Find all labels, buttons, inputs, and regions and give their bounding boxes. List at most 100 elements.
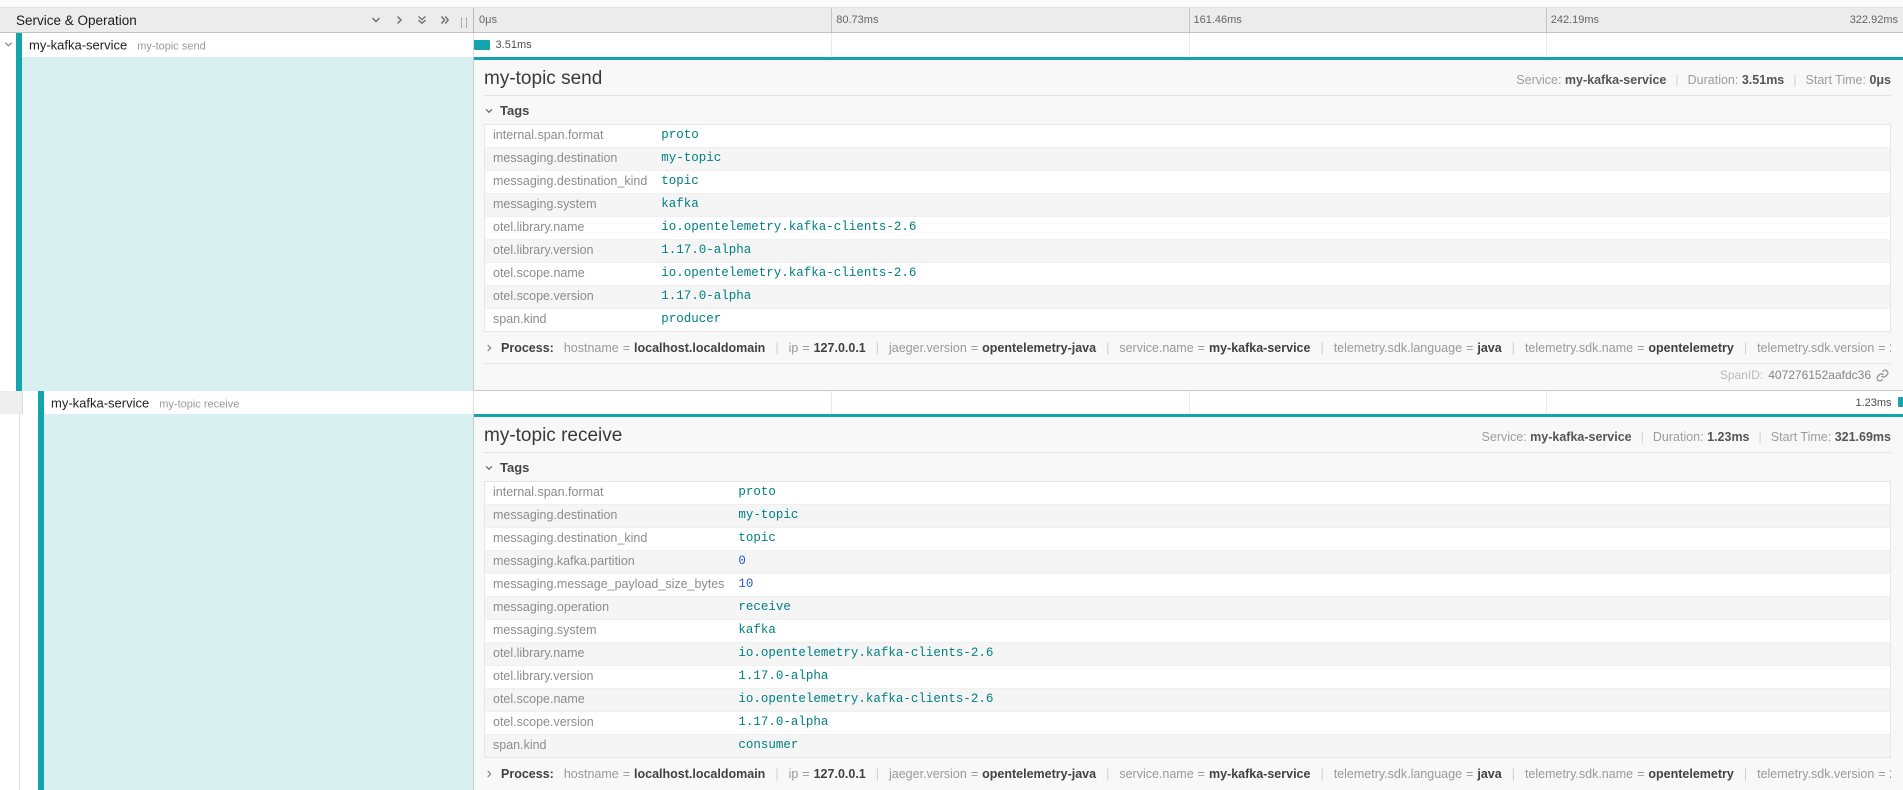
process-attribute: telemetry.sdk.version=1.17.0 [1757, 341, 1891, 355]
tag-row: otel.library.nameio.opentelemetry.kafka-… [485, 217, 1891, 240]
process-section-toggle[interactable]: Process: hostname=localhost.localdomain|… [484, 767, 1891, 781]
tag-key: messaging.message_payload_size_bytes [485, 574, 731, 597]
span-row-my-topic-receive[interactable]: my-kafka-servicemy-topic receive 1.23ms [0, 391, 1903, 414]
indent-guide-line [19, 414, 20, 790]
span-name-cell[interactable]: my-kafka-servicemy-topic send [0, 33, 474, 57]
separator: | [1512, 767, 1515, 781]
column-resize-handle[interactable] [461, 17, 467, 28]
jaeger-trace-timeline: Service & Operation 0μs80.73ms161.46ms24… [0, 0, 1903, 790]
tag-value: producer [653, 309, 1890, 332]
meta-start-value: 0μs [1869, 73, 1891, 87]
meta-service-label: Service: [1482, 430, 1527, 444]
separator: | [1641, 430, 1644, 444]
timeline-ruler[interactable]: 0μs80.73ms161.46ms242.19ms322.92ms [474, 8, 1903, 33]
deep-link-icon[interactable] [1876, 369, 1889, 382]
separator: | [1744, 767, 1747, 781]
divider [484, 95, 1891, 96]
service-operation-header: Service & Operation [0, 8, 474, 33]
span-detail-title: my-topic receive [484, 425, 1482, 447]
span-detail-row-receive: my-topic receive Service: my-kafka-servi… [0, 414, 1903, 790]
timeline-tick-label: 161.46ms [1189, 8, 1242, 32]
separator: | [876, 341, 879, 355]
tag-row: otel.scope.nameio.opentelemetry.kafka-cl… [485, 263, 1891, 286]
tag-value: kafka [730, 620, 1890, 643]
tag-row: messaging.destinationmy-topic [485, 148, 1891, 171]
span-duration-label: 1.23ms [1855, 397, 1891, 409]
span-detail-row-send: my-topic send Service: my-kafka-service|… [0, 57, 1903, 391]
tag-value: consumer [730, 735, 1890, 758]
tag-row: otel.library.nameio.opentelemetry.kafka-… [485, 643, 1891, 666]
chevron-right-icon[interactable] [393, 14, 405, 26]
process-attribute: service.name=my-kafka-service [1119, 767, 1310, 781]
tags-section-toggle[interactable]: Tags [484, 460, 1891, 475]
separator: | [1675, 73, 1678, 87]
separator: | [876, 767, 879, 781]
span-name-cell[interactable]: my-kafka-servicemy-topic receive [0, 391, 474, 414]
tag-value: 10 [730, 574, 1890, 597]
span-duration-bar[interactable] [1898, 397, 1903, 407]
process-attribute: telemetry.sdk.language=java [1334, 767, 1502, 781]
tag-key: otel.library.version [485, 666, 731, 689]
tags-section-toggle[interactable]: Tags [484, 103, 1891, 118]
tag-row: span.kindproducer [485, 309, 1891, 332]
span-color-bar [38, 391, 44, 414]
top-strip [0, 0, 1903, 8]
process-label: Process: [501, 767, 554, 781]
divider [484, 452, 1891, 453]
double-chevron-down-icon[interactable] [416, 14, 428, 26]
separator: | [1759, 430, 1762, 444]
span-detail-card: my-topic receive Service: my-kafka-servi… [474, 414, 1903, 790]
process-attributes: hostname=localhost.localdomain|ip=127.0.… [564, 767, 1891, 781]
tags-section-label: Tags [500, 103, 529, 118]
collapse-controls [370, 14, 451, 26]
tag-key: messaging.operation [485, 597, 731, 620]
tag-value: 1.17.0-alpha [653, 240, 1890, 263]
process-attribute: ip=127.0.0.1 [789, 767, 866, 781]
indent-guide [0, 391, 23, 414]
tag-key: otel.library.version [485, 240, 654, 263]
meta-start-value: 321.69ms [1835, 430, 1891, 444]
tags-table: internal.span.formatprotomessaging.desti… [484, 124, 1891, 332]
span-duration-bar[interactable] [474, 40, 490, 50]
process-attribute: ip=127.0.0.1 [789, 341, 866, 355]
tag-key: messaging.destination_kind [485, 528, 731, 551]
separator: | [1512, 341, 1515, 355]
separator: | [1320, 341, 1323, 355]
separator: | [1320, 767, 1323, 781]
separator: | [1106, 341, 1109, 355]
span-row-my-topic-send[interactable]: my-kafka-servicemy-topic send 3.51ms [0, 33, 1903, 57]
tag-key: otel.scope.version [485, 286, 654, 309]
process-attributes: hostname=localhost.localdomain|ip=127.0.… [564, 341, 1891, 355]
tag-key: internal.span.format [485, 125, 654, 148]
tag-value: io.opentelemetry.kafka-clients-2.6 [653, 217, 1890, 240]
tag-value: io.opentelemetry.kafka-clients-2.6 [730, 689, 1890, 712]
process-section-toggle[interactable]: Process: hostname=localhost.localdomain|… [484, 341, 1891, 355]
separator: | [775, 341, 778, 355]
span-service-name: my-kafka-service [29, 38, 127, 53]
gridline [831, 391, 832, 414]
collapse-children-icon[interactable] [3, 39, 14, 50]
process-attribute: telemetry.sdk.name=opentelemetry [1525, 341, 1734, 355]
tag-key: messaging.system [485, 620, 731, 643]
tag-row: messaging.systemkafka [485, 194, 1891, 217]
span-timeline-cell[interactable]: 3.51ms [474, 33, 1903, 57]
span-detail-head[interactable]: my-topic receive Service: my-kafka-servi… [484, 425, 1891, 447]
process-attribute: service.name=my-kafka-service [1119, 341, 1310, 355]
separator: | [1793, 73, 1796, 87]
chevron-down-icon[interactable] [370, 14, 382, 26]
span-name-group: my-kafka-servicemy-topic receive [51, 395, 239, 410]
double-chevron-right-icon[interactable] [439, 14, 451, 26]
process-attribute: telemetry.sdk.version=1.17.0 [1757, 767, 1891, 781]
tag-key: messaging.destination [485, 148, 654, 171]
span-id-value: 407276152aafdc36 [1768, 368, 1871, 382]
tag-value: io.opentelemetry.kafka-clients-2.6 [653, 263, 1890, 286]
tag-key: otel.scope.name [485, 689, 731, 712]
span-name-group: my-kafka-servicemy-topic send [29, 38, 206, 53]
span-detail-title: my-topic send [484, 68, 1516, 90]
chevron-down-icon [484, 463, 494, 473]
tag-row: messaging.message_payload_size_bytes10 [485, 574, 1891, 597]
tag-value: 1.17.0-alpha [730, 712, 1890, 735]
span-timeline-cell[interactable]: 1.23ms [474, 391, 1903, 414]
chevron-right-icon [484, 343, 494, 353]
span-detail-head[interactable]: my-topic send Service: my-kafka-service|… [484, 68, 1891, 90]
